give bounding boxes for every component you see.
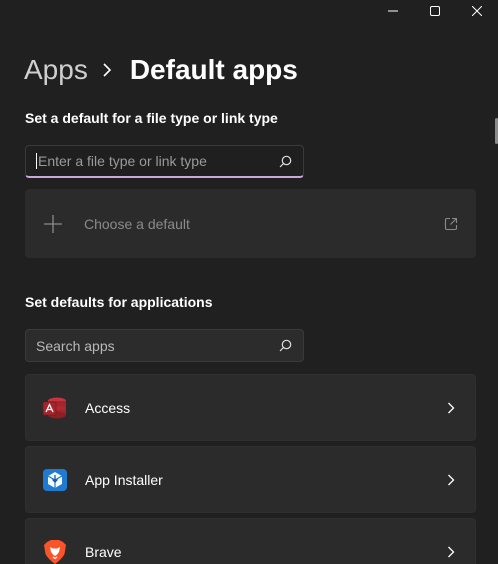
- search-icon[interactable]: [277, 338, 293, 354]
- app-row-access[interactable]: Access: [25, 374, 476, 441]
- minimize-button[interactable]: [372, 0, 414, 22]
- app-name: App Installer: [85, 471, 163, 488]
- plus-icon: [41, 212, 65, 236]
- open-external-icon: [442, 215, 460, 233]
- choose-default-label: Choose a default: [84, 215, 190, 232]
- apps-search-box[interactable]: [25, 329, 304, 362]
- text-caret: [36, 153, 37, 169]
- access-icon: [42, 395, 68, 421]
- apps-section-title: Set defaults for applications: [25, 294, 213, 310]
- file-type-section-title: Set a default for a file type or link ty…: [25, 110, 278, 126]
- brave-icon: [42, 539, 68, 564]
- window-controls: [372, 0, 498, 22]
- search-apps-input[interactable]: [36, 337, 277, 354]
- close-icon: [472, 6, 482, 16]
- page-title: Default apps: [129, 54, 298, 85]
- maximize-button[interactable]: [414, 0, 456, 22]
- close-button[interactable]: [456, 0, 498, 22]
- minimize-icon: [388, 10, 398, 12]
- app-installer-icon: [42, 467, 68, 493]
- file-type-search-input[interactable]: [38, 153, 277, 169]
- chevron-right-icon: [443, 472, 459, 488]
- breadcrumb: Apps Default apps: [24, 50, 298, 90]
- app-name: Brave: [85, 543, 122, 560]
- search-icon[interactable]: [277, 153, 293, 169]
- chevron-right-icon: [102, 63, 116, 77]
- maximize-icon: [430, 6, 440, 16]
- chevron-right-icon: [443, 400, 459, 416]
- app-row-app-installer[interactable]: App Installer: [25, 446, 476, 513]
- app-name: Access: [85, 399, 131, 416]
- app-row-brave[interactable]: Brave: [25, 518, 476, 564]
- chevron-right-icon: [443, 544, 459, 560]
- file-type-search-box[interactable]: [25, 145, 304, 178]
- breadcrumb-apps-link[interactable]: Apps: [24, 50, 88, 90]
- choose-default-card[interactable]: Choose a default: [25, 189, 476, 258]
